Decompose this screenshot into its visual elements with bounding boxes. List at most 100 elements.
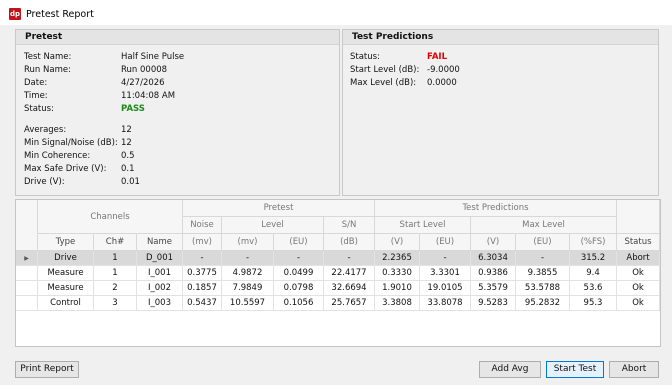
sub-header-noise: Noise (183, 217, 222, 234)
param-value: 12 (121, 125, 132, 135)
row-selector[interactable] (16, 281, 38, 296)
col-header-max-fs[interactable]: (%FS) (570, 234, 617, 251)
table-cell[interactable]: 7.9849 (222, 281, 274, 296)
table-cell[interactable]: Ok (617, 266, 660, 281)
col-header-type[interactable]: Type (38, 234, 94, 251)
table-cell[interactable]: Measure (38, 266, 94, 281)
table-cell[interactable]: 33.8078 (420, 296, 471, 311)
field-label: Date: (24, 78, 48, 88)
table-cell[interactable]: 19.0105 (420, 281, 471, 296)
col-header-start-eu[interactable]: (EU) (420, 234, 471, 251)
table-cell[interactable]: - (420, 251, 471, 266)
row-selector[interactable] (16, 266, 38, 281)
col-header-sn-db[interactable]: (dB) (324, 234, 375, 251)
print-report-button[interactable]: Print Report (15, 361, 79, 378)
predictions-panel: Test Predictions Status: FAIL Start Leve… (342, 29, 659, 196)
table-cell[interactable]: 32.6694 (324, 281, 375, 296)
field-label: Status: (350, 52, 380, 62)
table-cell[interactable]: I_001 (137, 266, 183, 281)
table-cell[interactable]: 5.3579 (471, 281, 516, 296)
param-value: 0.1 (121, 164, 135, 174)
sub-header-max-level: Max Level (471, 217, 617, 234)
table-cell[interactable]: Ok (617, 296, 660, 311)
table-cell[interactable]: 0.0499 (274, 266, 324, 281)
table-cell[interactable]: 0.1056 (274, 296, 324, 311)
field-label: Status: (24, 104, 54, 114)
table-cell[interactable]: 4.9872 (222, 266, 274, 281)
col-header-max-eu[interactable]: (EU) (516, 234, 570, 251)
col-header-noise-mv[interactable]: (mv) (183, 234, 222, 251)
group-header-blank (617, 200, 660, 234)
abort-button[interactable]: Abort (609, 361, 659, 378)
predictions-header: Test Predictions (343, 30, 658, 45)
table-cell[interactable]: 3.3808 (375, 296, 420, 311)
table-cell[interactable]: 1 (94, 266, 137, 281)
table-cell[interactable]: Control (38, 296, 94, 311)
table-cell[interactable]: Measure (38, 281, 94, 296)
field-value: -9.0000 (427, 65, 460, 75)
table-cell[interactable]: Abort (617, 251, 660, 266)
table-cell[interactable]: 95.2832 (516, 296, 570, 311)
status-fail-badge: FAIL (427, 52, 447, 62)
table-cell[interactable]: - (516, 251, 570, 266)
col-header-name[interactable]: Name (137, 234, 183, 251)
channels-grid[interactable]: Channels Pretest Test Predictions Noise … (15, 199, 661, 347)
table-cell[interactable]: 6.3034 (471, 251, 516, 266)
table-cell[interactable]: - (274, 251, 324, 266)
param-label: Min Coherence: (24, 151, 91, 161)
table-cell[interactable]: 53.5788 (516, 281, 570, 296)
table-cell[interactable]: - (183, 251, 222, 266)
param-value: 0.01 (121, 177, 140, 187)
field-label: Time: (24, 91, 48, 101)
col-header-start-v[interactable]: (V) (375, 234, 420, 251)
status-pass-badge: PASS (121, 104, 145, 114)
field-label: Run Name: (24, 65, 71, 75)
table-cell[interactable]: 1.9010 (375, 281, 420, 296)
col-header-level-eu[interactable]: (EU) (274, 234, 324, 251)
table-cell[interactable]: 22.4177 (324, 266, 375, 281)
col-header-ch[interactable]: Ch# (94, 234, 137, 251)
table-cell[interactable]: 0.3775 (183, 266, 222, 281)
param-label: Drive (V): (24, 177, 65, 187)
table-cell[interactable]: Ok (617, 281, 660, 296)
table-cell[interactable]: 315.2 (570, 251, 617, 266)
table-cell[interactable]: I_002 (137, 281, 183, 296)
table-cell[interactable]: - (222, 251, 274, 266)
row-indicator-header (16, 200, 38, 251)
table-cell[interactable]: I_003 (137, 296, 183, 311)
table-cell[interactable]: 0.3330 (375, 266, 420, 281)
table-cell[interactable]: 9.3855 (516, 266, 570, 281)
table-cell[interactable]: 0.1857 (183, 281, 222, 296)
table-cell[interactable]: 53.6 (570, 281, 617, 296)
col-header-level-mv[interactable]: (mv) (222, 234, 274, 251)
table-cell[interactable]: 3 (94, 296, 137, 311)
table-cell[interactable]: 0.9386 (471, 266, 516, 281)
sub-header-start-level: Start Level (375, 217, 471, 234)
table-cell[interactable]: 10.5597 (222, 296, 274, 311)
table-cell[interactable]: 9.4 (570, 266, 617, 281)
app-logo-icon: dp (9, 8, 21, 20)
table-cell[interactable]: 95.3 (570, 296, 617, 311)
table-cell[interactable]: 9.5283 (471, 296, 516, 311)
row-selector[interactable]: ▶ (16, 251, 38, 266)
window-title: Pretest Report (26, 9, 94, 20)
table-cell[interactable]: 2.2365 (375, 251, 420, 266)
param-label: Min Signal/Noise (dB): (24, 138, 118, 148)
start-test-button[interactable]: Start Test (546, 361, 604, 378)
group-header-predictions: Test Predictions (375, 200, 617, 217)
table-cell[interactable]: 0.0798 (274, 281, 324, 296)
table-cell[interactable]: 3.3301 (420, 266, 471, 281)
row-selector[interactable] (16, 296, 38, 311)
table-cell[interactable]: 1 (94, 251, 137, 266)
field-value: Run 00008 (121, 65, 168, 75)
col-header-status[interactable]: Status (617, 234, 660, 251)
add-avg-button[interactable]: Add Avg (479, 361, 541, 378)
table-cell[interactable]: - (324, 251, 375, 266)
table-cell[interactable]: 0.5437 (183, 296, 222, 311)
col-header-max-v[interactable]: (V) (471, 234, 516, 251)
sub-header-sn: S/N (324, 217, 375, 234)
table-cell[interactable]: 25.7657 (324, 296, 375, 311)
table-cell[interactable]: 2 (94, 281, 137, 296)
table-cell[interactable]: D_001 (137, 251, 183, 266)
table-cell[interactable]: Drive (38, 251, 94, 266)
